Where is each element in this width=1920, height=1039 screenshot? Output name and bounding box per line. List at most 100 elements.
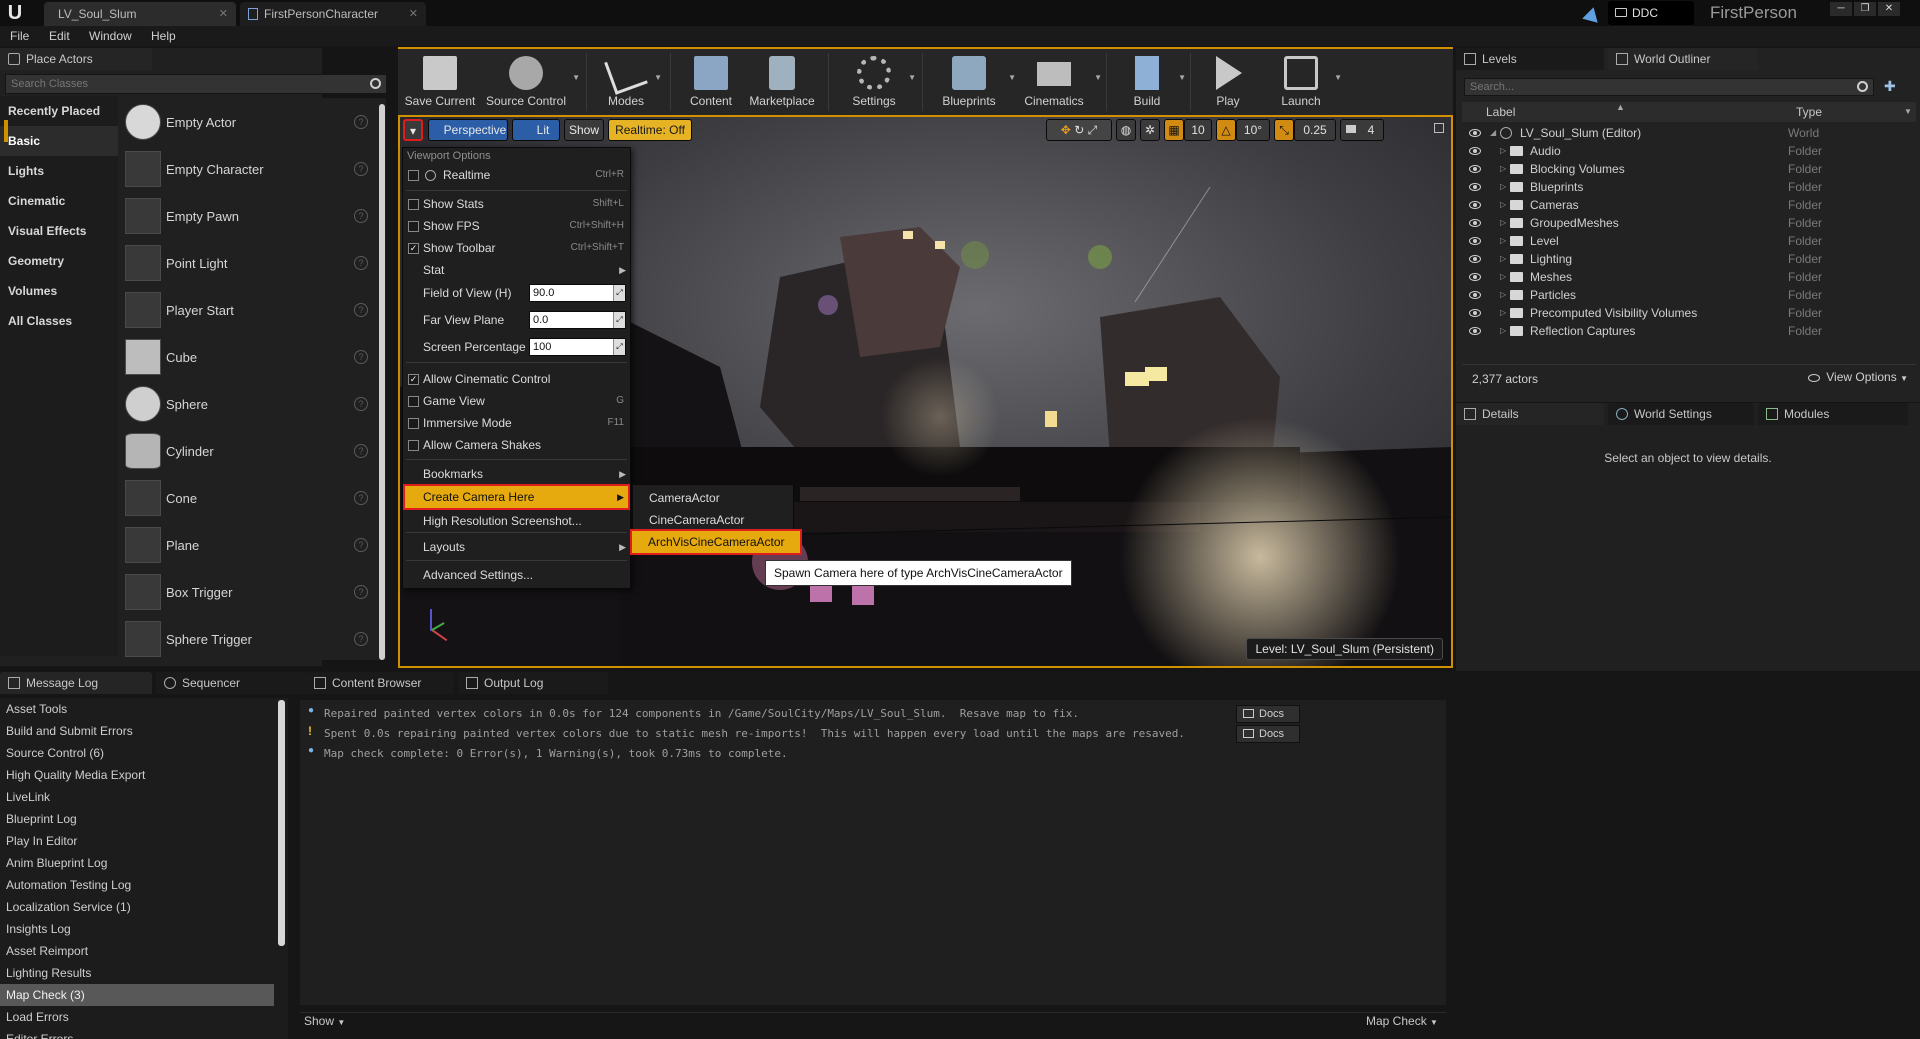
lit-button[interactable]: Lit: [512, 119, 560, 141]
settings-button[interactable]: Settings ▼: [838, 49, 916, 115]
category-scrollbar[interactable]: [278, 700, 285, 946]
play-button[interactable]: Play: [1198, 49, 1258, 115]
grid-snap-icon[interactable]: ▦: [1164, 119, 1184, 141]
actor-item-empty-character[interactable]: Empty Character ?: [122, 146, 374, 193]
outliner-row-folder[interactable]: ▷ Particles Folder: [1456, 286, 1920, 304]
actor-item-cone[interactable]: Cone ?: [122, 475, 374, 522]
outliner-row-folder[interactable]: ▷ Reflection Captures Folder: [1456, 322, 1920, 340]
outliner-row-folder[interactable]: ▷ Level Folder: [1456, 232, 1920, 250]
outliner-search-input[interactable]: Search...: [1464, 78, 1874, 96]
visibility-eye-icon[interactable]: [1469, 201, 1481, 209]
chevron-right-icon[interactable]: ▷: [1500, 196, 1506, 214]
help-icon[interactable]: ?: [354, 632, 368, 646]
tab-modules[interactable]: Modules: [1758, 403, 1908, 425]
help-icon[interactable]: ?: [354, 491, 368, 505]
chevron-down-icon[interactable]: ◢: [1490, 124, 1496, 142]
log-category[interactable]: Editor Errors: [0, 1028, 274, 1039]
log-category[interactable]: Source Control (6): [0, 742, 274, 764]
checkbox[interactable]: [408, 170, 419, 181]
category-cinematic[interactable]: Cinematic: [0, 186, 118, 216]
log-category[interactable]: Asset Tools: [0, 698, 274, 720]
ddc-indicator[interactable]: DDC: [1608, 1, 1694, 25]
checkbox-checked[interactable]: ✓: [408, 374, 419, 385]
log-category[interactable]: Blueprint Log: [0, 808, 274, 830]
outliner-row-folder[interactable]: ▷ Lighting Folder: [1456, 250, 1920, 268]
far-view-input[interactable]: 0.0 ⤢: [529, 311, 626, 329]
tab-sequencer[interactable]: Sequencer: [156, 672, 306, 694]
menu-show-stats[interactable]: Show Stats Shift+L: [403, 193, 630, 215]
outliner-row-folder[interactable]: ▷ Precomputed Visibility Volumes Folder: [1456, 304, 1920, 322]
log-category[interactable]: LiveLink: [0, 786, 274, 808]
checkbox[interactable]: [408, 221, 419, 232]
spinner-icon[interactable]: ⤢: [613, 312, 625, 328]
screen-percentage-input[interactable]: 100 ⤢: [529, 338, 626, 356]
modes-button[interactable]: Modes ▼: [594, 49, 662, 115]
checkbox[interactable]: [408, 396, 419, 407]
category-recently-placed[interactable]: Recently Placed: [0, 96, 118, 126]
tab-place-actors[interactable]: Place Actors: [0, 48, 152, 70]
actor-item-cylinder[interactable]: Cylinder ?: [122, 428, 374, 475]
help-icon[interactable]: ?: [354, 350, 368, 364]
perspective-button[interactable]: Perspective: [428, 119, 508, 141]
actor-item-cube[interactable]: Cube ?: [122, 334, 374, 381]
actor-item-box-trigger[interactable]: Box Trigger ?: [122, 569, 374, 616]
label-column-header[interactable]: Label: [1486, 105, 1515, 119]
visibility-eye-icon[interactable]: [1469, 165, 1481, 173]
menu-show-fps[interactable]: Show FPS Ctrl+Shift+H: [403, 215, 630, 237]
rotation-snap-icon[interactable]: △: [1216, 119, 1236, 141]
show-button[interactable]: Show: [564, 119, 604, 141]
outliner-row-folder[interactable]: ▷ Audio Folder: [1456, 142, 1920, 160]
outliner-row-folder[interactable]: ▷ Blocking Volumes Folder: [1456, 160, 1920, 178]
viewport-options-button[interactable]: ▾: [403, 119, 423, 141]
menu-create-camera-here[interactable]: Create Camera Here ▶: [403, 484, 630, 510]
actor-item-empty-actor[interactable]: Empty Actor ?: [122, 99, 374, 146]
actor-item-point-light[interactable]: Point Light ?: [122, 240, 374, 287]
tab-level[interactable]: LV_Soul_Slum ✕: [44, 2, 236, 26]
add-filter-icon[interactable]: ✚: [1884, 78, 1900, 96]
actor-item-plane[interactable]: Plane ?: [122, 522, 374, 569]
help-icon[interactable]: ?: [354, 256, 368, 270]
help-icon[interactable]: ?: [354, 209, 368, 223]
log-category[interactable]: Insights Log: [0, 918, 274, 940]
visibility-eye-icon[interactable]: [1469, 129, 1481, 137]
log-category[interactable]: Automation Testing Log: [0, 874, 274, 896]
fov-input[interactable]: 90.0 ⤢: [529, 284, 626, 302]
build-button[interactable]: Build ▼: [1114, 49, 1186, 115]
spinner-icon[interactable]: ⤢: [613, 285, 625, 301]
chevron-right-icon[interactable]: ▷: [1500, 268, 1506, 286]
minimize-button[interactable]: ─: [1830, 2, 1852, 16]
scale-snap-icon[interactable]: ⤡: [1274, 119, 1294, 141]
world-local-toggle-icon[interactable]: ◍: [1116, 119, 1136, 141]
menu-bookmarks[interactable]: Bookmarks ▶: [403, 463, 630, 485]
submenu-camera-actor[interactable]: CameraActor: [633, 487, 793, 509]
tab-output-log[interactable]: Output Log: [458, 672, 608, 694]
cinematics-button[interactable]: Cinematics ▼: [1012, 49, 1102, 115]
chevron-right-icon[interactable]: ▷: [1500, 250, 1506, 268]
log-category[interactable]: Anim Blueprint Log: [0, 852, 274, 874]
help-icon[interactable]: ?: [354, 303, 368, 317]
help-icon[interactable]: ?: [354, 444, 368, 458]
help-icon[interactable]: ?: [354, 162, 368, 176]
log-category[interactable]: Lighting Results: [0, 962, 274, 984]
visibility-eye-icon[interactable]: [1469, 237, 1481, 245]
menu-high-resolution-screenshot[interactable]: High Resolution Screenshot...: [403, 510, 630, 532]
actor-item-empty-pawn[interactable]: Empty Pawn ?: [122, 193, 374, 240]
outliner-row-folder[interactable]: ▷ GroupedMeshes Folder: [1456, 214, 1920, 232]
log-category[interactable]: Localization Service (1): [0, 896, 274, 918]
view-options-button[interactable]: View Options ▼: [1808, 370, 1908, 384]
outliner-row-folder[interactable]: ▷ Meshes Folder: [1456, 268, 1920, 286]
visibility-eye-icon[interactable]: [1469, 273, 1481, 281]
close-window-button[interactable]: ✕: [1878, 2, 1900, 16]
marketplace-button[interactable]: Marketplace: [744, 49, 820, 115]
outliner-row-folder[interactable]: ▷ Cameras Folder: [1456, 196, 1920, 214]
unreal-logo-icon[interactable]: U: [4, 2, 26, 24]
log-category[interactable]: Load Errors: [0, 1006, 274, 1028]
actor-item-player-start[interactable]: Player Start ?: [122, 287, 374, 334]
docs-button[interactable]: Docs: [1236, 705, 1300, 723]
menu-allow-camera-shakes[interactable]: Allow Camera Shakes: [403, 434, 630, 456]
maximize-button[interactable]: ❐: [1854, 2, 1876, 16]
maximize-viewport-icon[interactable]: [1434, 123, 1444, 133]
help-icon[interactable]: ?: [354, 538, 368, 552]
tab-levels[interactable]: Levels: [1456, 48, 1604, 70]
visibility-eye-icon[interactable]: [1469, 255, 1481, 263]
